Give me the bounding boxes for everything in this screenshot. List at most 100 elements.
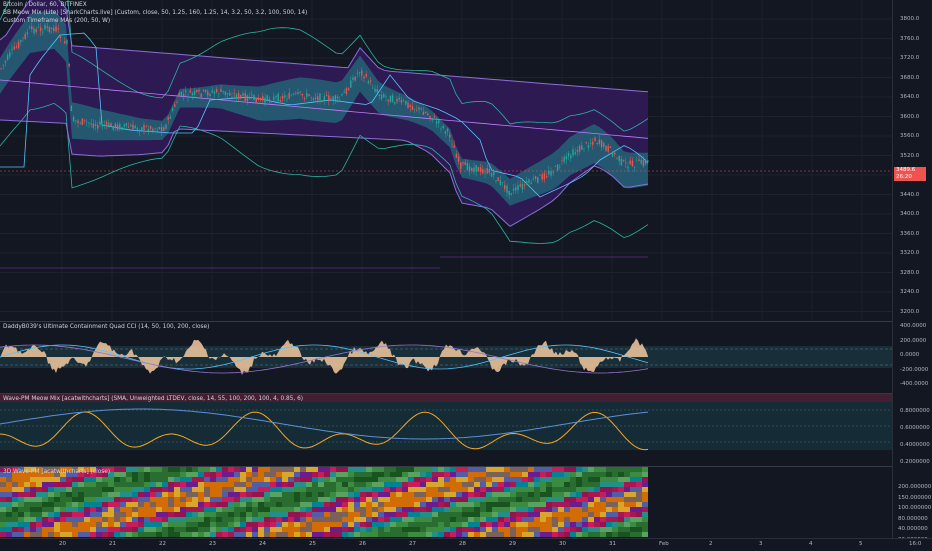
heat-cell [360,497,366,502]
candle-body [242,93,244,96]
heat-cell [624,487,630,492]
heat-cell [564,502,570,507]
heat-cell [198,517,204,522]
heat-cell [618,522,624,527]
heat-cell [366,477,372,482]
heat-cell [192,517,198,522]
heat-cell [60,512,66,517]
price-axis[interactable]: 3800.0 3760.0 3720.0 3680.0 3640.0 3600.0 3560… [892,0,932,543]
heat-cell [240,502,246,507]
heat-cell [492,507,498,512]
heat-cell [534,487,540,492]
pane-separator[interactable] [0,393,892,394]
heat-cell [234,522,240,527]
cci-legend[interactable]: DaddyB039's Ultimate Containment Quad CC… [3,324,209,330]
heat-cell [288,527,294,532]
heat-cell [210,517,216,522]
heat-cell [498,497,504,502]
heat-cell [588,492,594,497]
heat-cell [384,517,390,522]
heat-cell [264,532,270,537]
heat-cell [276,517,282,522]
heat-cell [252,472,258,477]
heat-cell [252,492,258,497]
candle-body [618,155,620,161]
heat-cell [198,492,204,497]
heat-cell [462,522,468,527]
heat-cell [174,507,180,512]
heat-cell [354,502,360,507]
heat-cell [324,527,330,532]
heat-cell [264,507,270,512]
wave-pm-pane[interactable] [0,394,892,466]
heat-cell [360,472,366,477]
heat-cell [390,527,396,532]
heat-cell [0,502,6,507]
heat-cell [642,527,648,532]
heat-cell [150,517,156,522]
heat-cell [138,502,144,507]
heat-cell [564,507,570,512]
heat-cell [564,477,570,482]
time-axis[interactable]: 20 21 22 23 24 25 26 27 28 29 30 31 Feb 2 3 4 5 16:0 [0,538,932,551]
heat-cell [606,517,612,522]
heat-cell [582,532,588,537]
heat-cell [150,507,156,512]
heatmap-pane[interactable] [0,467,892,538]
heat-cell [444,507,450,512]
candle-body [105,121,108,125]
heat-cell [540,502,546,507]
indicator-legend-bb[interactable]: BB Meow Mix (Lite) [SharkCharts.live] (C… [3,10,307,16]
heat-cell [414,467,420,472]
heat-cell [84,517,90,522]
candle-body [446,128,449,132]
time-tick-label: 2 [709,541,713,547]
heat-cell [588,512,594,517]
chart-area[interactable]: Bitcoin / Dollar, 60, BITFINEX BB Meow M… [0,0,892,538]
heat-cell [594,502,600,507]
heat-cell [480,497,486,502]
heat-cell [222,517,228,522]
heat-cell [186,517,192,522]
heat-legend[interactable]: 3D Wave-PM [acatwithcharts] (close) [3,469,110,475]
heat-cell [444,522,450,527]
heat-cell [396,532,402,537]
heat-cell [354,527,360,532]
heat-cell [36,497,42,502]
heat-cell [192,487,198,492]
cci-pane[interactable] [0,322,892,392]
heat-cell [486,487,492,492]
heat-cell [132,502,138,507]
heat-cell [30,502,36,507]
candle-body [103,124,106,126]
candle-body [53,27,55,32]
indicator-legend-ma[interactable]: Custom Timeframe MAs (200, 50, W) [3,18,110,24]
candle-body [97,124,99,129]
heat-cell [240,517,246,522]
candle-body [644,160,647,165]
heat-cell [396,472,402,477]
heat-cell [78,482,84,487]
heat-cell [570,527,576,532]
heat-cell [354,507,360,512]
heat-cell [66,487,72,492]
heat-cell [0,497,6,502]
wave-legend[interactable]: Wave-PM Meow Mix [acatwithcharts] (SMA, … [3,396,303,402]
heat-cell [372,492,378,497]
heat-cell [372,527,378,532]
pane-separator[interactable] [0,466,892,467]
heat-cell [630,522,636,527]
main-price-pane[interactable] [0,0,892,320]
heat-cell [288,477,294,482]
heat-cell [276,497,282,502]
heat-cell [246,477,252,482]
heat-cell [30,477,36,482]
candle-body [112,126,114,130]
heat-cell [42,502,48,507]
heat-cell [522,472,528,477]
candle-body [306,93,308,97]
heat-cell [120,527,126,532]
heat-cell [534,532,540,537]
pane-separator[interactable] [0,321,892,322]
heat-cell [468,527,474,532]
